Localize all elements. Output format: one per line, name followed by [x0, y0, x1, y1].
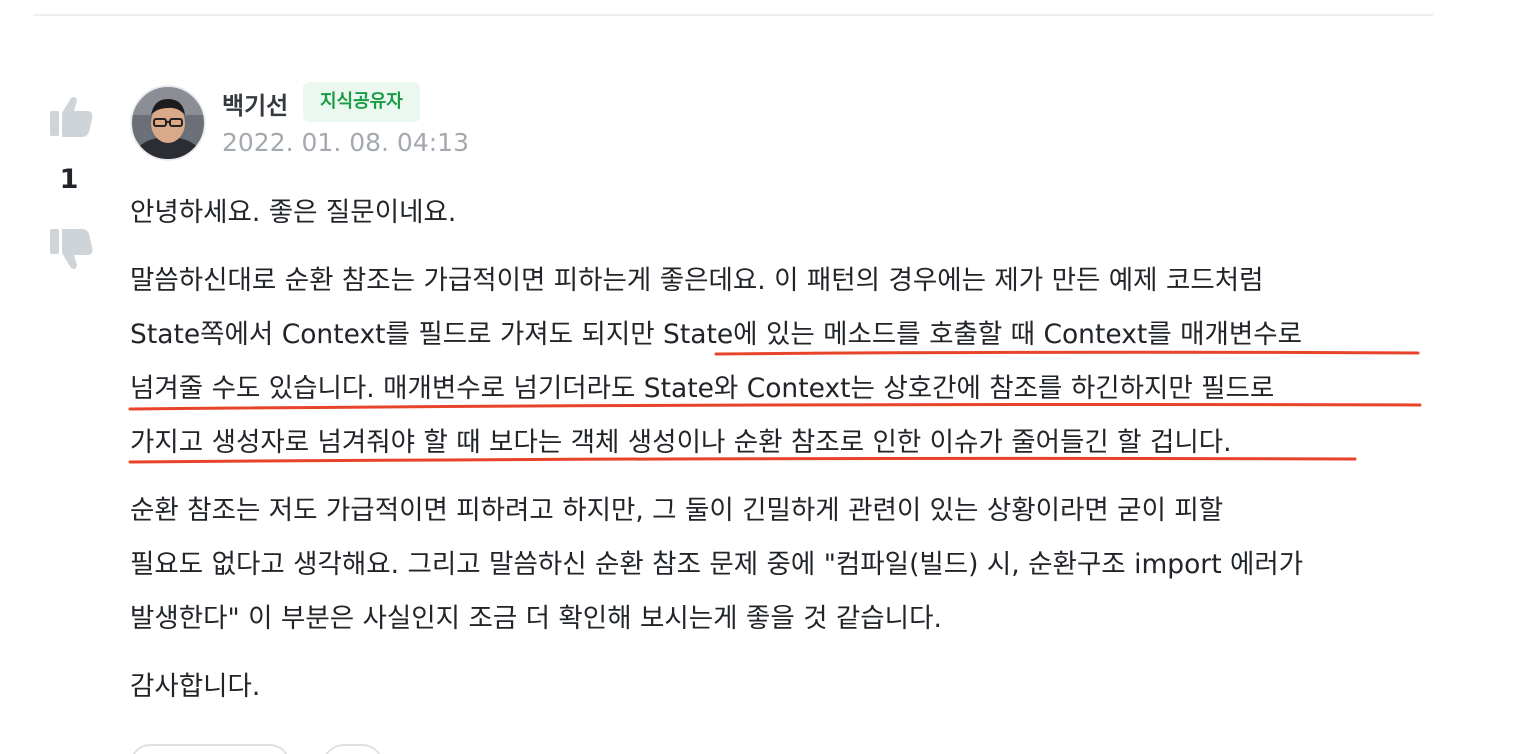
paragraph-opinion: 순환 참조는 저도 가급적이면 피하려고 하지만, 그 둘이 긴밀하게 관련이 …: [130, 484, 1470, 646]
author-name[interactable]: 백기선: [222, 86, 288, 121]
post-timestamp: 2022. 01. 08. 04:13: [222, 128, 469, 157]
avatar[interactable]: [130, 85, 206, 161]
answer-body: 안녕하세요. 좋은 질문이네요. 말씀하신대로 순환 참조는 가급적이면 피하는…: [130, 186, 1470, 714]
paragraph-line: 필요도 없다고 생각해요. 그리고 말씀하신 순환 참조 문제 중에 "컴파일(…: [130, 549, 1304, 580]
more-button[interactable]: [322, 744, 384, 754]
greeting-text: 안녕하세요. 좋은 질문이네요.: [130, 197, 457, 228]
paragraph-line: 말씀하신대로 순환 참조는 가급적이면 피하는게 좋은데요. 이 패턴의 경우에…: [130, 265, 1264, 296]
paragraph-line: 가지고 생성자로 넘겨줘야 할 때 보다는 객체 생성이나 순환 참조로 인한 …: [130, 427, 1232, 458]
thumbs-up-icon[interactable]: [44, 92, 96, 144]
thumbs-down-icon[interactable]: [44, 222, 96, 274]
like-button[interactable]: [130, 744, 290, 754]
paragraph-line: 순환 참조는 저도 가급적이면 피하려고 하지만, 그 둘이 긴밀하게 관련이 …: [130, 495, 1224, 526]
paragraph-line: 발생한다" 이 부분은 사실인지 조금 더 확인해 보시는게 좋을 것 같습니다…: [130, 603, 942, 634]
paragraph-line: 넘겨줄 수도 있습니다. 매개변수로 넘기더라도 State와 Context는…: [130, 373, 1275, 404]
vote-count: 1: [59, 164, 79, 195]
top-divider: [33, 14, 1433, 16]
closing-text: 감사합니다.: [130, 671, 261, 702]
author-badge: 지식공유자: [303, 82, 420, 122]
paragraph-explanation: 말씀하신대로 순환 참조는 가급적이면 피하는게 좋은데요. 이 패턴의 경우에…: [130, 254, 1470, 470]
answer-card: 1 백기선 지식공유자 2022. 01. 08. 04:13 안녕하세요. 좋…: [0, 0, 1532, 754]
paragraph-line: State쪽에서 Context를 필드로 가져도 되지만 State에 있는 …: [130, 319, 1302, 350]
